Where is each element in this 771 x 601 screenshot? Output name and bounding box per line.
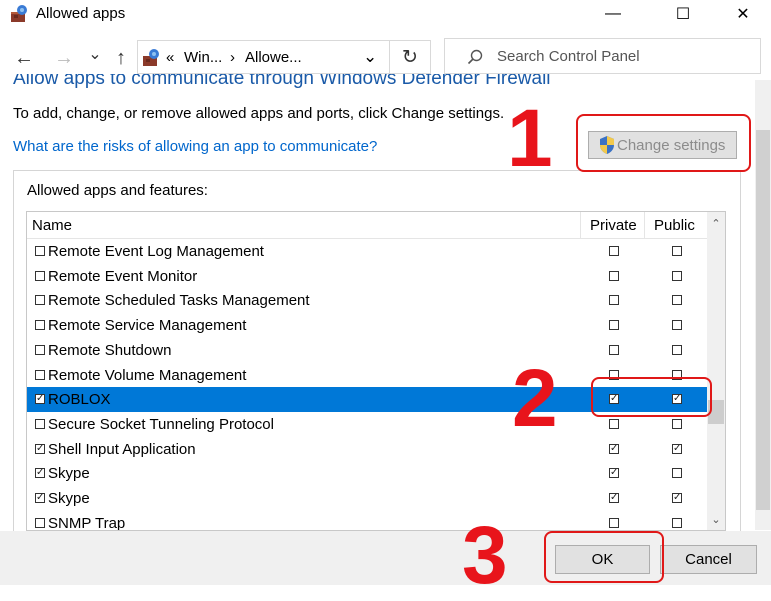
public-checkbox[interactable] (672, 468, 682, 479)
breadcrumb-overflow[interactable]: « (166, 49, 174, 66)
app-enabled-checkbox[interactable] (35, 517, 45, 528)
instruction-text: To add, change, or remove allowed apps a… (13, 105, 505, 122)
allowed-apps-list[interactable]: Name Private Public Remote Event Log Man… (26, 211, 726, 531)
column-header-public[interactable]: Public (654, 217, 695, 234)
public-checkbox[interactable] (672, 418, 682, 429)
app-enabled-checkbox[interactable] (35, 270, 45, 281)
public-checkbox[interactable] (672, 344, 682, 355)
address-dropdown-icon[interactable]: ⌄ (363, 47, 377, 67)
column-header-private[interactable]: Private (590, 217, 637, 234)
app-name: Remote Volume Management (48, 366, 247, 384)
app-enabled-checkbox[interactable] (35, 295, 45, 306)
private-checkbox[interactable] (609, 295, 619, 306)
table-row[interactable]: SNMP Trap (27, 511, 707, 531)
control-panel-icon (143, 49, 159, 66)
breadcrumb-allowed-apps[interactable]: Allowe... (245, 49, 302, 66)
step-1-label: 1 (507, 93, 553, 184)
window-title: Allowed apps (36, 5, 126, 22)
firewall-app-icon (11, 5, 27, 22)
recent-locations-icon[interactable]: ⌄ (86, 42, 104, 66)
app-name: SNMP Trap (48, 514, 126, 531)
search-input[interactable]: Search Control Panel (497, 48, 640, 65)
public-checkbox[interactable] (672, 246, 682, 256)
public-checkbox[interactable]: ✓ (672, 443, 682, 454)
public-checkbox[interactable] (672, 320, 682, 331)
app-name: ROBLOX (48, 391, 111, 409)
firewall-risks-link[interactable]: What are the risks of allowing an app to… (13, 138, 377, 155)
list-scrollbar[interactable]: ⌃ ⌄ (707, 212, 725, 530)
minimize-button[interactable]: — (590, 0, 636, 28)
cancel-button[interactable]: Cancel (660, 545, 757, 574)
public-checkbox[interactable] (672, 517, 682, 528)
private-checkbox[interactable] (609, 246, 619, 256)
table-row[interactable]: Remote Event Log Management (27, 239, 707, 264)
public-checkbox[interactable] (672, 295, 682, 306)
app-enabled-checkbox[interactable] (35, 344, 45, 355)
app-enabled-checkbox[interactable] (35, 369, 45, 380)
app-name: Skype (48, 490, 90, 507)
app-enabled-checkbox[interactable] (35, 320, 45, 331)
table-row[interactable]: Remote Service Management (27, 313, 707, 338)
private-checkbox[interactable] (609, 418, 619, 429)
private-checkbox[interactable] (609, 517, 619, 528)
address-bar[interactable]: « Win... › Allowe... ⌄ (137, 40, 390, 74)
table-row[interactable]: Remote Scheduled Tasks Management (27, 288, 707, 313)
app-enabled-checkbox[interactable] (35, 246, 45, 256)
highlight-roblox-checkboxes (591, 377, 712, 417)
close-button[interactable]: ✕ (720, 0, 766, 28)
list-header: Name Private Public (27, 212, 707, 239)
table-row[interactable]: ✓ Skype ✓ (27, 461, 707, 486)
breadcrumb-separator-icon: › (230, 49, 235, 66)
search-box[interactable]: Search Control Panel (444, 38, 761, 74)
refresh-icon[interactable]: ↻ (390, 40, 431, 74)
app-name: Remote Service Management (48, 317, 247, 335)
table-row[interactable]: ✓ Skype ✓ ✓ (27, 486, 707, 511)
private-checkbox[interactable]: ✓ (609, 468, 619, 479)
app-name: Remote Scheduled Tasks Management (48, 292, 310, 310)
column-divider (580, 212, 581, 238)
app-enabled-checkbox[interactable] (35, 418, 45, 429)
step-2-label: 2 (512, 353, 558, 444)
maximize-button[interactable]: ☐ (660, 0, 706, 28)
scroll-down-icon[interactable]: ⌄ (707, 510, 725, 528)
highlight-ok-button (544, 531, 664, 583)
search-icon (467, 49, 483, 65)
app-enabled-checkbox[interactable]: ✓ (35, 394, 45, 405)
app-name: Remote Event Monitor (48, 267, 198, 285)
forward-arrow-icon[interactable]: → (52, 46, 76, 70)
app-name: Skype (48, 465, 90, 483)
table-row[interactable]: Remote Event Monitor (27, 264, 707, 289)
allowed-apps-label: Allowed apps and features: (27, 182, 208, 199)
highlight-change-settings (576, 114, 751, 172)
private-checkbox[interactable] (609, 320, 619, 331)
app-name: Shell Input Application (48, 440, 196, 458)
back-arrow-icon[interactable]: ← (12, 46, 36, 70)
app-name: Remote Event Log Management (48, 243, 264, 260)
public-checkbox[interactable] (672, 270, 682, 281)
app-enabled-checkbox[interactable]: ✓ (35, 493, 45, 503)
window-scroll-thumb[interactable] (756, 130, 770, 510)
public-checkbox[interactable]: ✓ (672, 493, 682, 503)
table-row[interactable]: Remote Shutdown (27, 338, 707, 363)
private-checkbox[interactable] (609, 270, 619, 281)
private-checkbox[interactable]: ✓ (609, 443, 619, 454)
table-row[interactable]: ✓ Shell Input Application ✓ ✓ (27, 437, 707, 462)
app-name: Secure Socket Tunneling Protocol (48, 415, 274, 433)
page-title: Allow apps to communicate through Window… (13, 74, 551, 89)
column-header-name[interactable]: Name (32, 217, 72, 234)
app-enabled-checkbox[interactable]: ✓ (35, 443, 45, 454)
app-name: Remote Shutdown (48, 341, 172, 359)
breadcrumb-windows[interactable]: Win... (184, 49, 222, 66)
up-arrow-icon[interactable]: ↑ (110, 46, 132, 70)
private-checkbox[interactable]: ✓ (609, 493, 619, 503)
column-divider (644, 212, 645, 238)
app-enabled-checkbox[interactable]: ✓ (35, 468, 45, 479)
private-checkbox[interactable] (609, 344, 619, 355)
scroll-up-icon[interactable]: ⌃ (707, 214, 725, 232)
